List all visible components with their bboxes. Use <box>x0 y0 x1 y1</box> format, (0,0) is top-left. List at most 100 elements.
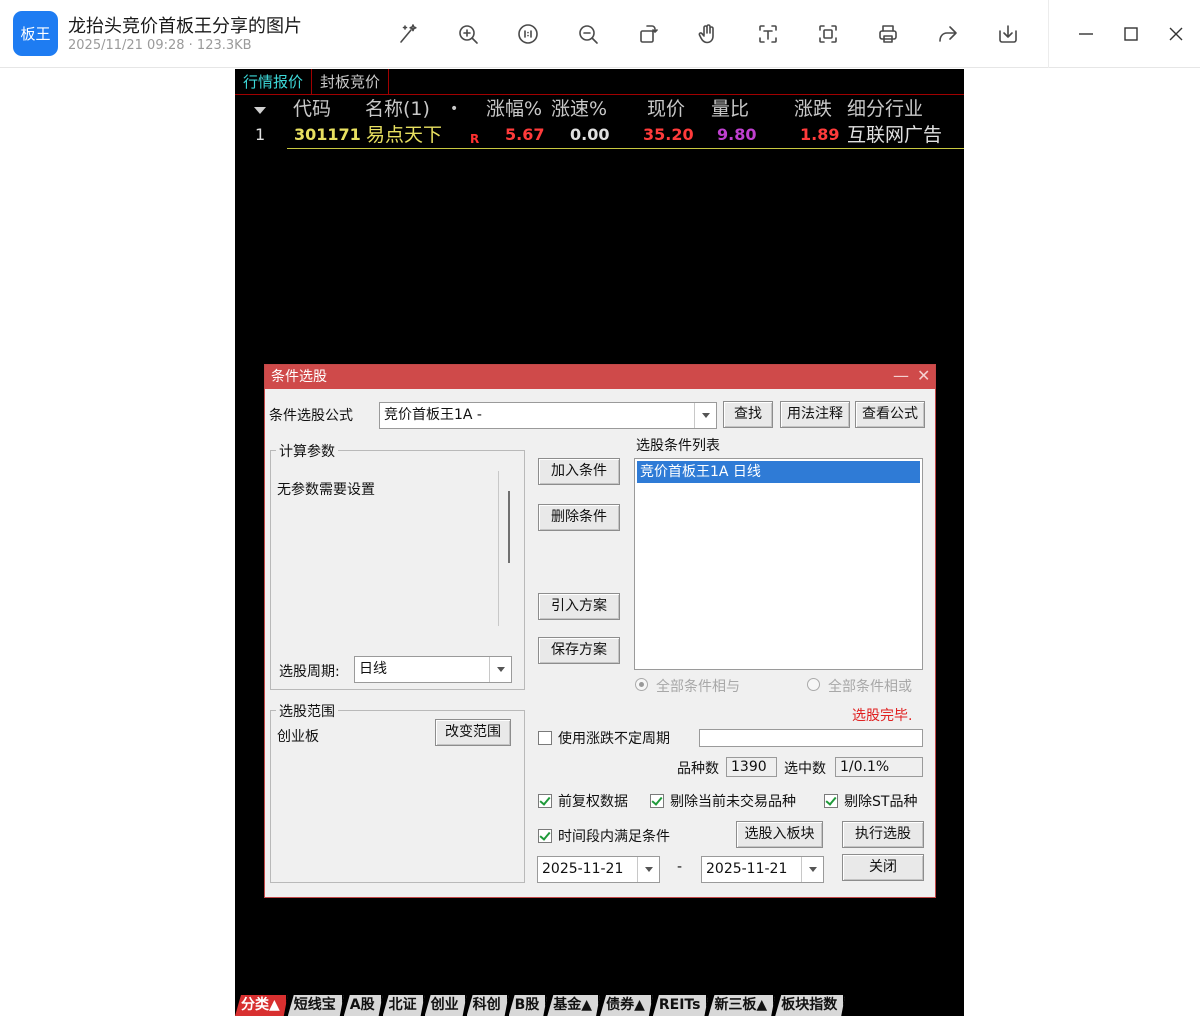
maximize-icon[interactable] <box>1117 20 1145 48</box>
magic-wand-icon[interactable] <box>393 19 423 49</box>
stock-screener-dialog: 条件选股 — ✕ 条件选股公式 竞价首板王1A - 查找 用法注释 查看公式 计… <box>264 364 936 898</box>
condition-list[interactable]: 竞价首板王1A 日线 <box>634 458 923 670</box>
scan-icon[interactable] <box>813 19 843 49</box>
tab-market-quotes[interactable]: 行情报价 <box>235 69 313 95</box>
actual-size-icon[interactable] <box>513 19 543 49</box>
displayed-image: 行情报价 封板竞价 代码 名称(1) • 涨幅% 涨速% 现价 量比 涨跌 细分… <box>235 69 964 1016</box>
import-plan-button[interactable]: 引入方案 <box>538 593 620 620</box>
remove-untraded-checkbox[interactable] <box>650 794 664 808</box>
time-range-checkbox[interactable] <box>538 829 552 843</box>
col-change[interactable]: 涨跌 <box>794 96 832 122</box>
date-from-picker[interactable]: 2025-11-21 <box>537 856 660 883</box>
close-icon[interactable] <box>1162 20 1190 48</box>
market-tab[interactable]: 债券▲ <box>600 995 653 1016</box>
params-scroll-track <box>498 471 499 626</box>
change-value: 1.89 <box>800 125 840 144</box>
change-range-button[interactable]: 改变范围 <box>435 719 511 746</box>
rotate-icon[interactable] <box>633 19 663 49</box>
table-row[interactable]: 1 301171 易点天下 R 5.67 0.00 35.20 9.80 1.8… <box>235 122 964 148</box>
stock-code: 301171 <box>294 125 361 144</box>
remove-untraded-label: 剔除当前未交易品种 <box>670 794 796 810</box>
dialog-close-icon[interactable]: ✕ <box>917 365 930 389</box>
remove-st-checkbox[interactable] <box>824 794 838 808</box>
market-tab[interactable]: 科创 <box>467 995 509 1016</box>
market-tab[interactable]: 分类▲ <box>235 995 288 1016</box>
formula-value: 竞价首板王1A - <box>384 407 482 423</box>
col-name[interactable]: 名称(1) <box>365 96 430 122</box>
col-change-pct[interactable]: 涨幅% <box>486 96 542 122</box>
quote-tabs: 行情报价 封板竞价 <box>235 69 390 95</box>
price-value: 35.20 <box>643 125 694 144</box>
market-tab[interactable]: 新三板▲ <box>708 995 775 1016</box>
radio-all-and[interactable] <box>635 678 648 691</box>
formula-select[interactable]: 竞价首板王1A - <box>379 402 717 429</box>
sort-down-icon[interactable] <box>254 95 266 121</box>
minimize-icon[interactable] <box>1072 20 1100 48</box>
hand-icon[interactable] <box>693 19 723 49</box>
adjust-checkbox[interactable] <box>538 794 552 808</box>
condition-list-label: 选股条件列表 <box>636 438 720 454</box>
text-recognize-icon[interactable] <box>753 19 783 49</box>
chevron-down-icon[interactable] <box>637 857 659 882</box>
image-title: 龙抬头竞价首板王分享的图片 <box>68 16 302 37</box>
chevron-down-icon[interactable] <box>801 857 823 882</box>
usage-notes-button[interactable]: 用法注释 <box>780 401 850 428</box>
add-condition-button[interactable]: 加入条件 <box>538 458 620 485</box>
count-label: 品种数 <box>677 761 719 777</box>
col-volume-ratio[interactable]: 量比 <box>711 96 749 122</box>
print-icon[interactable] <box>873 19 903 49</box>
status-text: 选股完毕. <box>852 708 913 724</box>
share-icon[interactable] <box>933 19 963 49</box>
col-speed-pct[interactable]: 涨速% <box>551 96 607 122</box>
params-scrollbar[interactable] <box>508 491 510 563</box>
row-underline <box>287 148 964 149</box>
market-tab[interactable]: 北证 <box>383 995 425 1016</box>
zoom-out-icon[interactable] <box>573 19 603 49</box>
chevron-down-icon[interactable] <box>694 403 716 428</box>
params-text: 无参数需要设置 <box>277 482 375 498</box>
market-tab[interactable]: 基金▲ <box>547 995 600 1016</box>
add-to-block-button[interactable]: 选股入板块 <box>736 821 823 848</box>
radio-all-or[interactable] <box>807 678 820 691</box>
execute-screen-button[interactable]: 执行选股 <box>842 821 924 848</box>
list-item[interactable]: 竞价首板王1A 日线 <box>637 461 920 483</box>
date-separator: - <box>677 859 683 875</box>
stock-name: 易点天下 <box>366 124 443 146</box>
col-code[interactable]: 代码 <box>293 96 331 122</box>
range-group-label: 选股范围 <box>276 701 338 721</box>
image-meta: 2025/11/21 09:28 · 123.3KB <box>68 38 252 53</box>
date-to-picker[interactable]: 2025-11-21 <box>701 856 824 883</box>
date-to-value: 2025-11-21 <box>706 861 788 877</box>
selected-label: 选中数 <box>784 761 826 777</box>
save-plan-button[interactable]: 保存方案 <box>538 637 620 664</box>
formula-label: 条件选股公式 <box>269 408 353 424</box>
download-icon[interactable] <box>993 19 1023 49</box>
tab-divider <box>235 94 964 95</box>
market-tab[interactable]: B股 <box>509 995 548 1016</box>
find-button[interactable]: 查找 <box>723 401 773 428</box>
period-select[interactable]: 日线 <box>354 656 512 683</box>
col-industry[interactable]: 细分行业 <box>847 96 923 122</box>
dialog-minimize-icon[interactable]: — <box>893 365 909 389</box>
market-tab[interactable]: REITs <box>653 995 709 1016</box>
variable-period-checkbox[interactable] <box>538 731 552 745</box>
market-tab[interactable]: 板块指数 <box>775 995 845 1016</box>
close-button[interactable]: 关闭 <box>842 854 924 881</box>
delete-condition-button[interactable]: 删除条件 <box>538 504 620 531</box>
col-price[interactable]: 现价 <box>647 96 685 122</box>
viewer-toolbar: 板王 龙抬头竞价首板王分享的图片 2025/11/21 09:28 · 123.… <box>0 0 1200 68</box>
market-tab[interactable]: 创业 <box>425 995 467 1016</box>
tab-limit-auction[interactable]: 封板竞价 <box>312 69 390 95</box>
radio-all-and-label: 全部条件相与 <box>656 679 740 695</box>
view-formula-button[interactable]: 查看公式 <box>855 401 925 428</box>
zoom-in-icon[interactable] <box>453 19 483 49</box>
market-tab[interactable]: 短线宝 <box>288 995 344 1016</box>
variable-period-input[interactable] <box>699 729 923 747</box>
toolbar-divider <box>1048 0 1049 68</box>
chevron-down-icon[interactable] <box>489 657 511 682</box>
period-value: 日线 <box>359 661 387 677</box>
selected-field: 1/0.1% <box>835 757 923 777</box>
market-tab[interactable]: A股 <box>344 995 383 1016</box>
variable-period-label: 使用涨跌不定周期 <box>558 731 670 747</box>
volume-ratio-value: 9.80 <box>717 125 757 144</box>
